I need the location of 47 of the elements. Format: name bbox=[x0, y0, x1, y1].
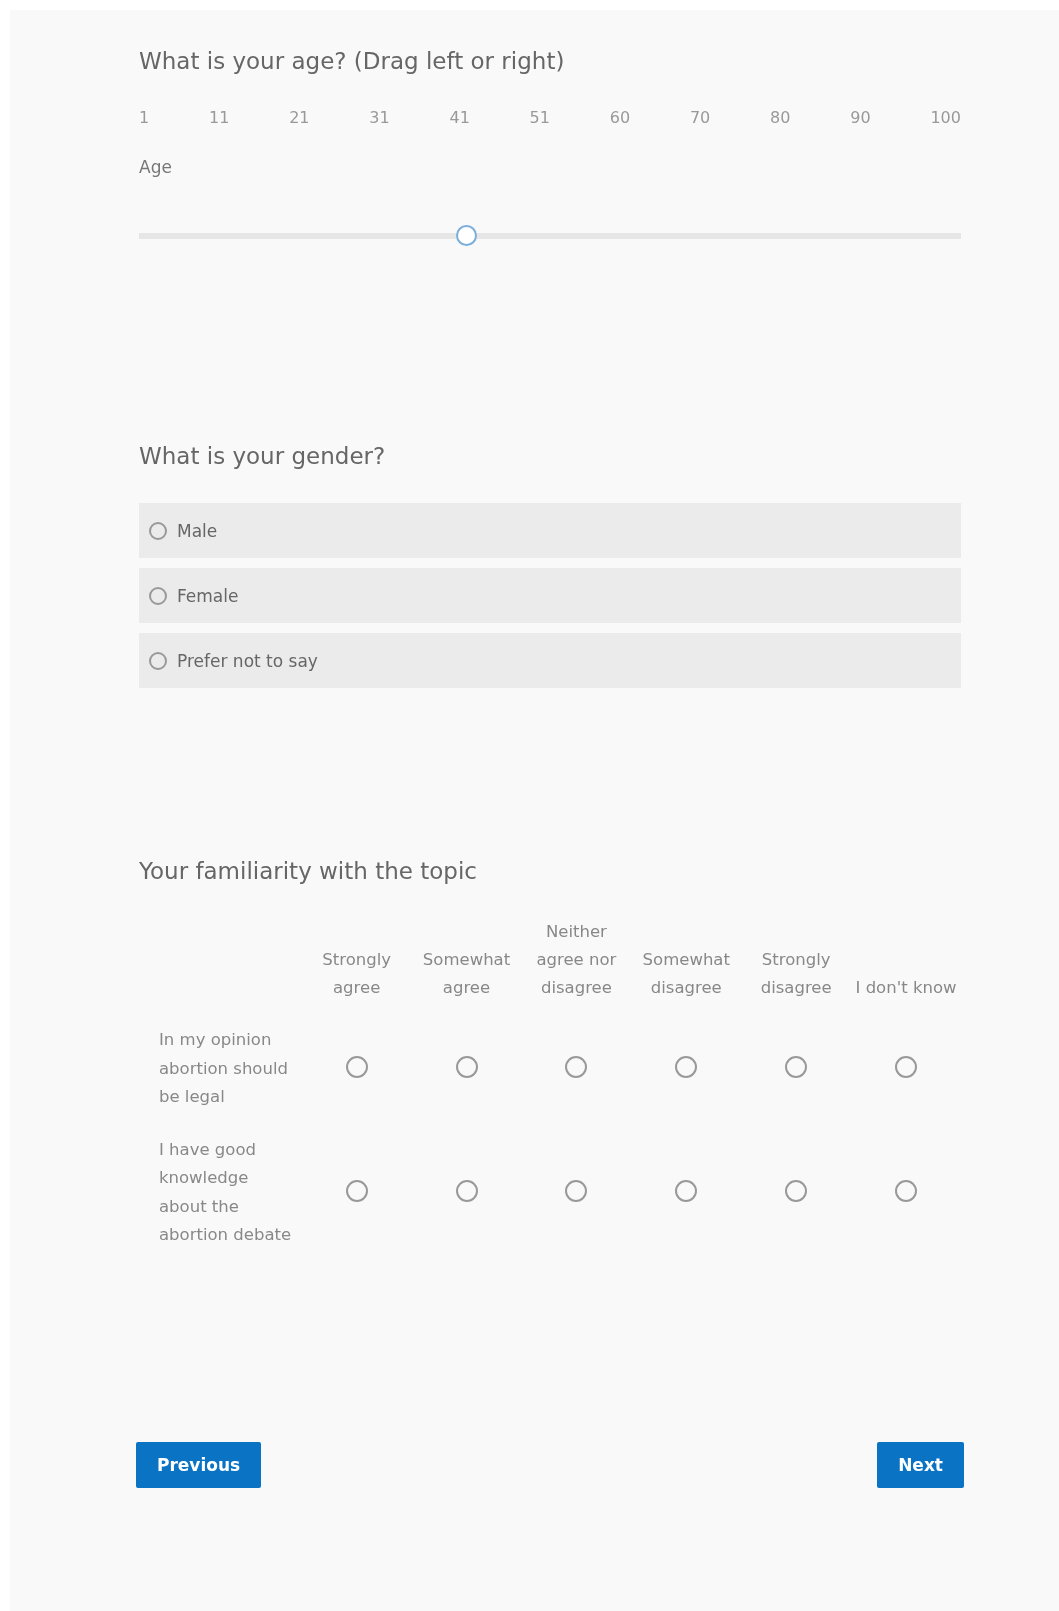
column-header: Neither agree nor disagree bbox=[535, 921, 618, 999]
tick-label: 41 bbox=[449, 108, 470, 127]
radio-button[interactable] bbox=[149, 521, 167, 540]
row-label: I have good knowledge about the abortion debate bbox=[158, 1138, 293, 1246]
column-header: Strongly disagree bbox=[759, 949, 833, 999]
radio-button[interactable] bbox=[455, 1179, 478, 1202]
tick-label: 80 bbox=[770, 108, 791, 127]
previous-button[interactable]: Previous bbox=[136, 1441, 262, 1488]
tick-label: 70 bbox=[689, 108, 711, 127]
row-label: In my opinion abortion should be legal bbox=[158, 1029, 289, 1108]
tick-label: 1 bbox=[139, 108, 150, 127]
option-label: Prefer not to say bbox=[177, 650, 318, 671]
column-header: I don't know bbox=[854, 977, 958, 999]
next-button[interactable]: Next bbox=[877, 1441, 964, 1488]
tick-label: 11 bbox=[209, 108, 230, 127]
slider-label: Age bbox=[139, 157, 173, 177]
radio-button[interactable] bbox=[345, 1179, 368, 1202]
tick-label: 100 bbox=[930, 108, 961, 127]
radio-option[interactable]: Male bbox=[139, 503, 961, 558]
tick-label: 90 bbox=[850, 108, 871, 127]
tick-label: 51 bbox=[529, 108, 550, 127]
radio-option[interactable]: Female bbox=[139, 568, 961, 623]
tick-label: 21 bbox=[289, 108, 310, 127]
radio-option[interactable]: Prefer not to say bbox=[139, 633, 961, 688]
radio-button[interactable] bbox=[785, 1055, 808, 1078]
radio-button[interactable] bbox=[455, 1055, 478, 1078]
radio-button[interactable] bbox=[895, 1179, 918, 1202]
radio-button[interactable] bbox=[785, 1179, 808, 1202]
radio-button[interactable] bbox=[565, 1055, 588, 1078]
column-header: Somewhat agree bbox=[421, 949, 512, 999]
radio-button[interactable] bbox=[675, 1055, 698, 1078]
option-label: Male bbox=[177, 520, 218, 541]
radio-button[interactable] bbox=[149, 651, 167, 670]
slider-thumb[interactable] bbox=[455, 225, 477, 246]
tick-label: 31 bbox=[369, 108, 390, 127]
question-title: What is your gender? bbox=[139, 443, 387, 469]
column-header: Somewhat disagree bbox=[641, 949, 731, 999]
column-header: Strongly agree bbox=[321, 949, 392, 999]
question-title: What is your age? (Drag left or right) bbox=[139, 48, 566, 74]
option-label: Female bbox=[177, 585, 239, 606]
radio-button[interactable] bbox=[345, 1055, 368, 1078]
radio-button[interactable] bbox=[149, 586, 167, 605]
question-title: Your familiarity with the topic bbox=[139, 858, 478, 884]
tick-label: 60 bbox=[609, 108, 631, 127]
radio-button[interactable] bbox=[675, 1179, 698, 1202]
radio-button[interactable] bbox=[565, 1179, 588, 1202]
radio-button[interactable] bbox=[895, 1055, 918, 1078]
